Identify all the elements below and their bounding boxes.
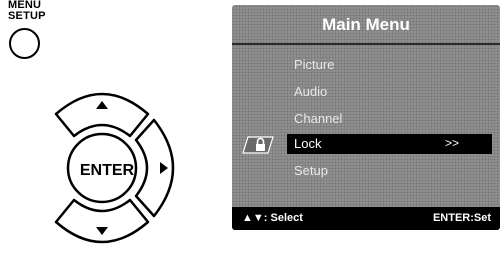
menu-footer: ▲▼: Select ENTER:Set xyxy=(232,207,500,230)
menu-label-line2: SETUP xyxy=(8,10,46,22)
down-button[interactable] xyxy=(54,198,150,244)
menu-item-audio[interactable]: Audio xyxy=(294,84,327,99)
lock-icon xyxy=(242,136,274,154)
menu-item-picture[interactable]: Picture xyxy=(294,57,334,72)
footer-select-hint: ▲▼: Select xyxy=(242,212,303,224)
menu-item-lock-label: Lock xyxy=(294,136,322,151)
up-button[interactable] xyxy=(54,92,150,138)
enter-label: ENTER xyxy=(79,162,135,179)
menu-setup-label: MENU SETUP xyxy=(8,0,46,22)
menu-item-channel[interactable]: Channel xyxy=(294,111,342,126)
tv-main-menu: Main Menu Picture Audio Channel Lock >> … xyxy=(232,5,500,230)
menu-item-setup[interactable]: Setup xyxy=(294,163,328,178)
menu-title: Main Menu xyxy=(322,15,410,34)
submenu-indicator: >> xyxy=(445,136,460,150)
title-divider xyxy=(232,43,500,45)
footer-enter-hint: ENTER:Set xyxy=(432,212,491,224)
menu-setup-button[interactable] xyxy=(9,28,40,59)
menu-item-lock[interactable]: Lock >> xyxy=(287,134,492,154)
